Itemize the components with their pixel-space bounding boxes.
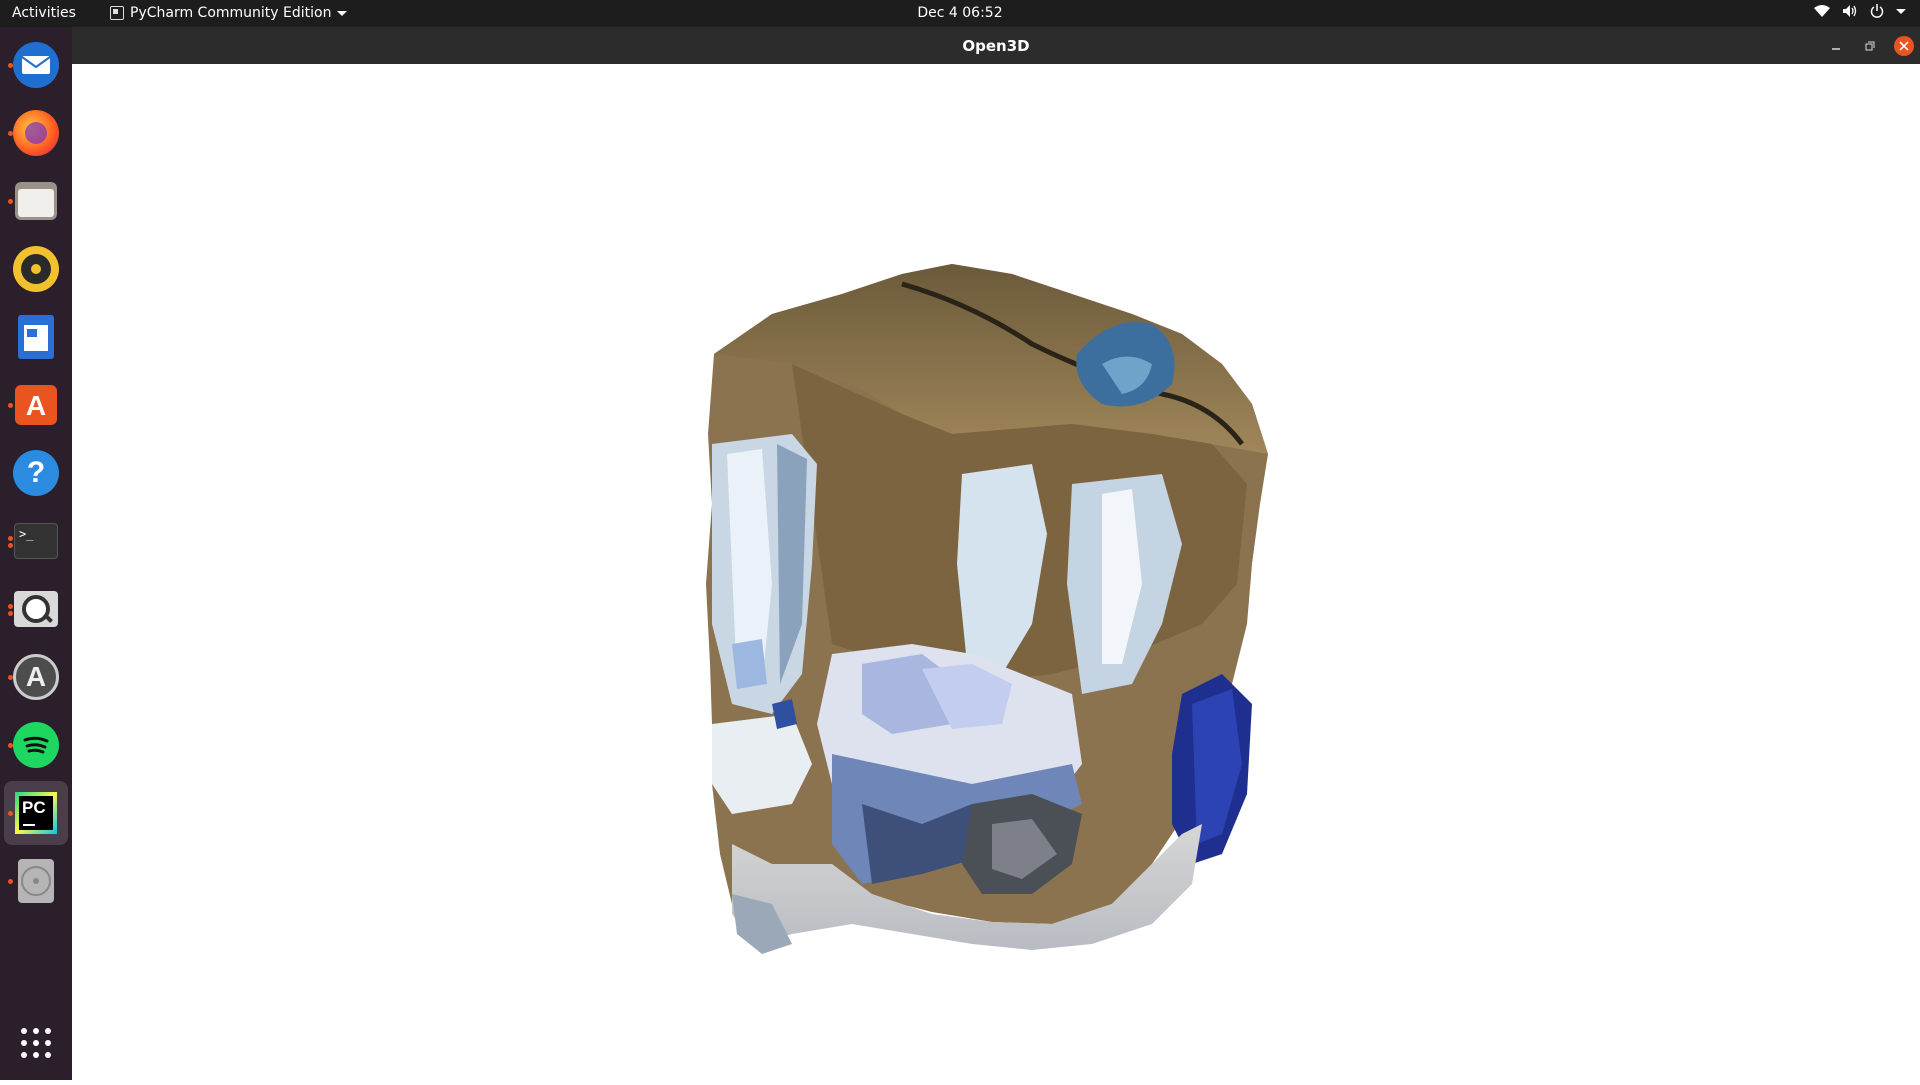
disc-icon — [18, 859, 54, 903]
dock-item-files[interactable] — [4, 169, 68, 233]
rhythmbox-icon — [13, 246, 59, 292]
running-indicator — [8, 879, 13, 884]
dock-item-terminal[interactable]: >_ — [4, 509, 68, 573]
close-button[interactable] — [1894, 36, 1914, 56]
running-indicator — [8, 131, 13, 136]
dock-item-firefox[interactable] — [4, 101, 68, 165]
dock-item-software[interactable]: A — [4, 373, 68, 437]
minimize-icon — [1832, 48, 1840, 50]
dock-item-spotify[interactable] — [4, 713, 68, 777]
dock-item-updater[interactable]: A — [4, 645, 68, 709]
running-indicator — [8, 543, 13, 548]
running-indicator — [8, 536, 13, 541]
running-indicator — [8, 403, 13, 408]
minimize-button[interactable] — [1826, 36, 1846, 56]
window-title: Open3D — [962, 37, 1030, 55]
chevron-down-icon — [1896, 8, 1906, 14]
clock[interactable]: Dec 4 06:52 — [917, 5, 1002, 21]
running-indicator — [8, 604, 13, 609]
restore-button[interactable] — [1860, 36, 1880, 56]
restore-icon — [1865, 41, 1875, 51]
dock-item-thunderbird[interactable] — [4, 33, 68, 97]
bedroom-point-cloud — [706, 264, 1268, 954]
spotify-icon — [13, 722, 59, 768]
app-menu[interactable]: PyCharm Community Edition — [110, 5, 348, 21]
running-indicator — [8, 611, 13, 616]
running-indicator — [8, 199, 13, 204]
top-bar: Activities PyCharm Community Edition Dec… — [0, 0, 1920, 27]
running-indicator — [8, 811, 13, 816]
magnifier-icon — [14, 591, 58, 627]
running-indicator — [8, 63, 13, 68]
help-icon: ? — [13, 450, 59, 496]
files-icon — [15, 182, 57, 220]
running-indicator — [8, 675, 13, 680]
system-tray[interactable] — [1814, 4, 1906, 18]
show-applications-button[interactable] — [4, 1011, 68, 1075]
open3d-viewport[interactable] — [72, 64, 1920, 1080]
app-menu-label: PyCharm Community Edition — [130, 5, 332, 21]
wifi-icon — [1814, 5, 1830, 17]
dock-item-image-viewer[interactable] — [4, 577, 68, 641]
volume-icon — [1843, 5, 1857, 17]
software-center-icon: A — [15, 385, 57, 425]
firefox-icon — [13, 110, 59, 156]
dock: A ? >_ A PC — [0, 27, 72, 1080]
chevron-down-icon — [337, 10, 348, 16]
thunderbird-icon — [13, 42, 59, 88]
dock-item-writer[interactable] — [4, 305, 68, 369]
pycharm-icon: PC — [15, 792, 57, 834]
power-icon — [1870, 4, 1884, 18]
point-cloud-render[interactable] — [72, 64, 1920, 1080]
grid-icon — [21, 1028, 51, 1058]
app-menu-icon — [110, 6, 124, 20]
dock-item-disc[interactable] — [4, 849, 68, 913]
activities-button[interactable]: Activities — [12, 5, 76, 21]
terminal-icon: >_ — [14, 523, 58, 559]
writer-icon — [18, 315, 54, 359]
running-indicator — [8, 743, 13, 748]
dock-item-rhythmbox[interactable] — [4, 237, 68, 301]
dock-item-help[interactable]: ? — [4, 441, 68, 505]
updater-icon: A — [13, 654, 59, 700]
dock-item-pycharm[interactable]: PC — [4, 781, 68, 845]
window-titlebar[interactable]: Open3D — [72, 27, 1920, 64]
close-icon — [1899, 41, 1909, 51]
